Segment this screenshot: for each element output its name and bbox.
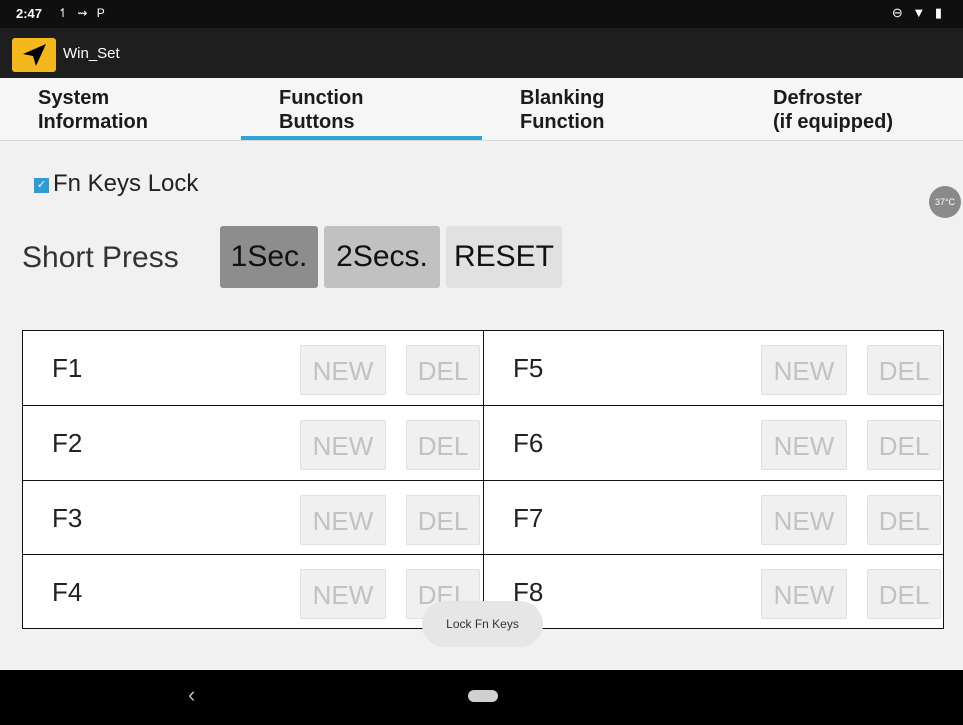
delete-button[interactable]: DEL <box>867 420 941 470</box>
fn-key-name: F6 <box>513 428 544 458</box>
fn-key-name: F2 <box>52 428 83 458</box>
tab-label: Defroster (if equipped) <box>773 87 893 133</box>
checkbox-checked-icon[interactable]: ✓ <box>34 178 49 193</box>
short-press-1sec-button[interactable]: 1Sec. <box>220 226 318 288</box>
delete-button[interactable]: DEL <box>406 345 480 395</box>
tab-label: Blanking Function <box>520 87 605 133</box>
new-button[interactable]: NEW <box>761 569 847 619</box>
new-button[interactable]: NEW <box>300 420 386 470</box>
delete-button[interactable]: DEL <box>406 420 480 470</box>
short-press-reset-button[interactable]: RESET <box>446 226 562 288</box>
new-button[interactable]: NEW <box>300 569 386 619</box>
fn-key-row: F7 NEW DEL <box>484 481 944 555</box>
tab-blanking-function[interactable]: Blanking Function <box>482 78 723 140</box>
new-button[interactable]: NEW <box>300 345 386 395</box>
fn-keys-lock-checkbox[interactable]: ✓ Fn Keys Lock <box>34 170 198 198</box>
tab-label: Function Buttons <box>279 87 364 133</box>
tab-function-buttons[interactable]: Function Buttons <box>241 78 482 140</box>
delete-button[interactable]: DEL <box>406 495 480 545</box>
navigation-arrow-icon <box>12 38 56 72</box>
temperature-badge: 37°C <box>929 186 961 218</box>
system-status-icons: ⊖ ▼ ▮ <box>891 5 945 20</box>
fn-key-name: F5 <box>513 353 544 383</box>
status-time: 2:47 <box>16 6 43 21</box>
toast-message: Lock Fn Keys <box>422 601 543 647</box>
new-button[interactable]: NEW <box>761 345 847 395</box>
app-bar: Win_Set <box>0 28 963 78</box>
fn-key-row: F8 NEW DEL <box>484 555 944 629</box>
delete-button[interactable]: DEL <box>867 569 941 619</box>
new-button[interactable]: NEW <box>761 420 847 470</box>
tab-defroster[interactable]: Defroster (if equipped) <box>723 78 963 140</box>
notification-icons: ↿ ⇝ P <box>58 6 108 20</box>
fn-key-name: F1 <box>52 353 83 383</box>
delete-button[interactable]: DEL <box>867 495 941 545</box>
tab-label: System Information <box>38 87 148 133</box>
fn-key-name: F3 <box>52 503 83 533</box>
tab-bar: System Information Function Buttons Blan… <box>0 78 963 141</box>
fn-key-row: F5 NEW DEL <box>484 331 944 405</box>
delete-button[interactable]: DEL <box>867 345 941 395</box>
fn-key-name: F4 <box>52 577 83 607</box>
back-icon[interactable]: ‹ <box>188 684 195 706</box>
tab-system-information[interactable]: System Information <box>0 78 241 140</box>
fn-key-row: F3 NEW DEL <box>23 481 483 555</box>
home-pill-icon[interactable] <box>468 690 498 702</box>
short-press-2secs-button[interactable]: 2Secs. <box>324 226 440 288</box>
app-title: Win_Set <box>63 45 120 62</box>
fn-key-name: F7 <box>513 503 544 533</box>
short-press-label: Short Press <box>22 241 179 274</box>
function-key-table: F1 NEW DEL F2 NEW DEL F3 NEW DEL F4 NEW … <box>22 330 944 629</box>
fn-key-row: F2 NEW DEL <box>23 406 483 480</box>
new-button[interactable]: NEW <box>300 495 386 545</box>
new-button[interactable]: NEW <box>761 495 847 545</box>
fn-key-row: F4 NEW DEL <box>23 555 483 629</box>
status-bar: 2:47 ↿ ⇝ P ⊖ ▼ ▮ <box>0 0 963 28</box>
fn-key-row: F6 NEW DEL <box>484 406 944 480</box>
fn-key-row: F1 NEW DEL <box>23 331 483 405</box>
fn-keys-lock-label: Fn Keys Lock <box>53 170 199 197</box>
